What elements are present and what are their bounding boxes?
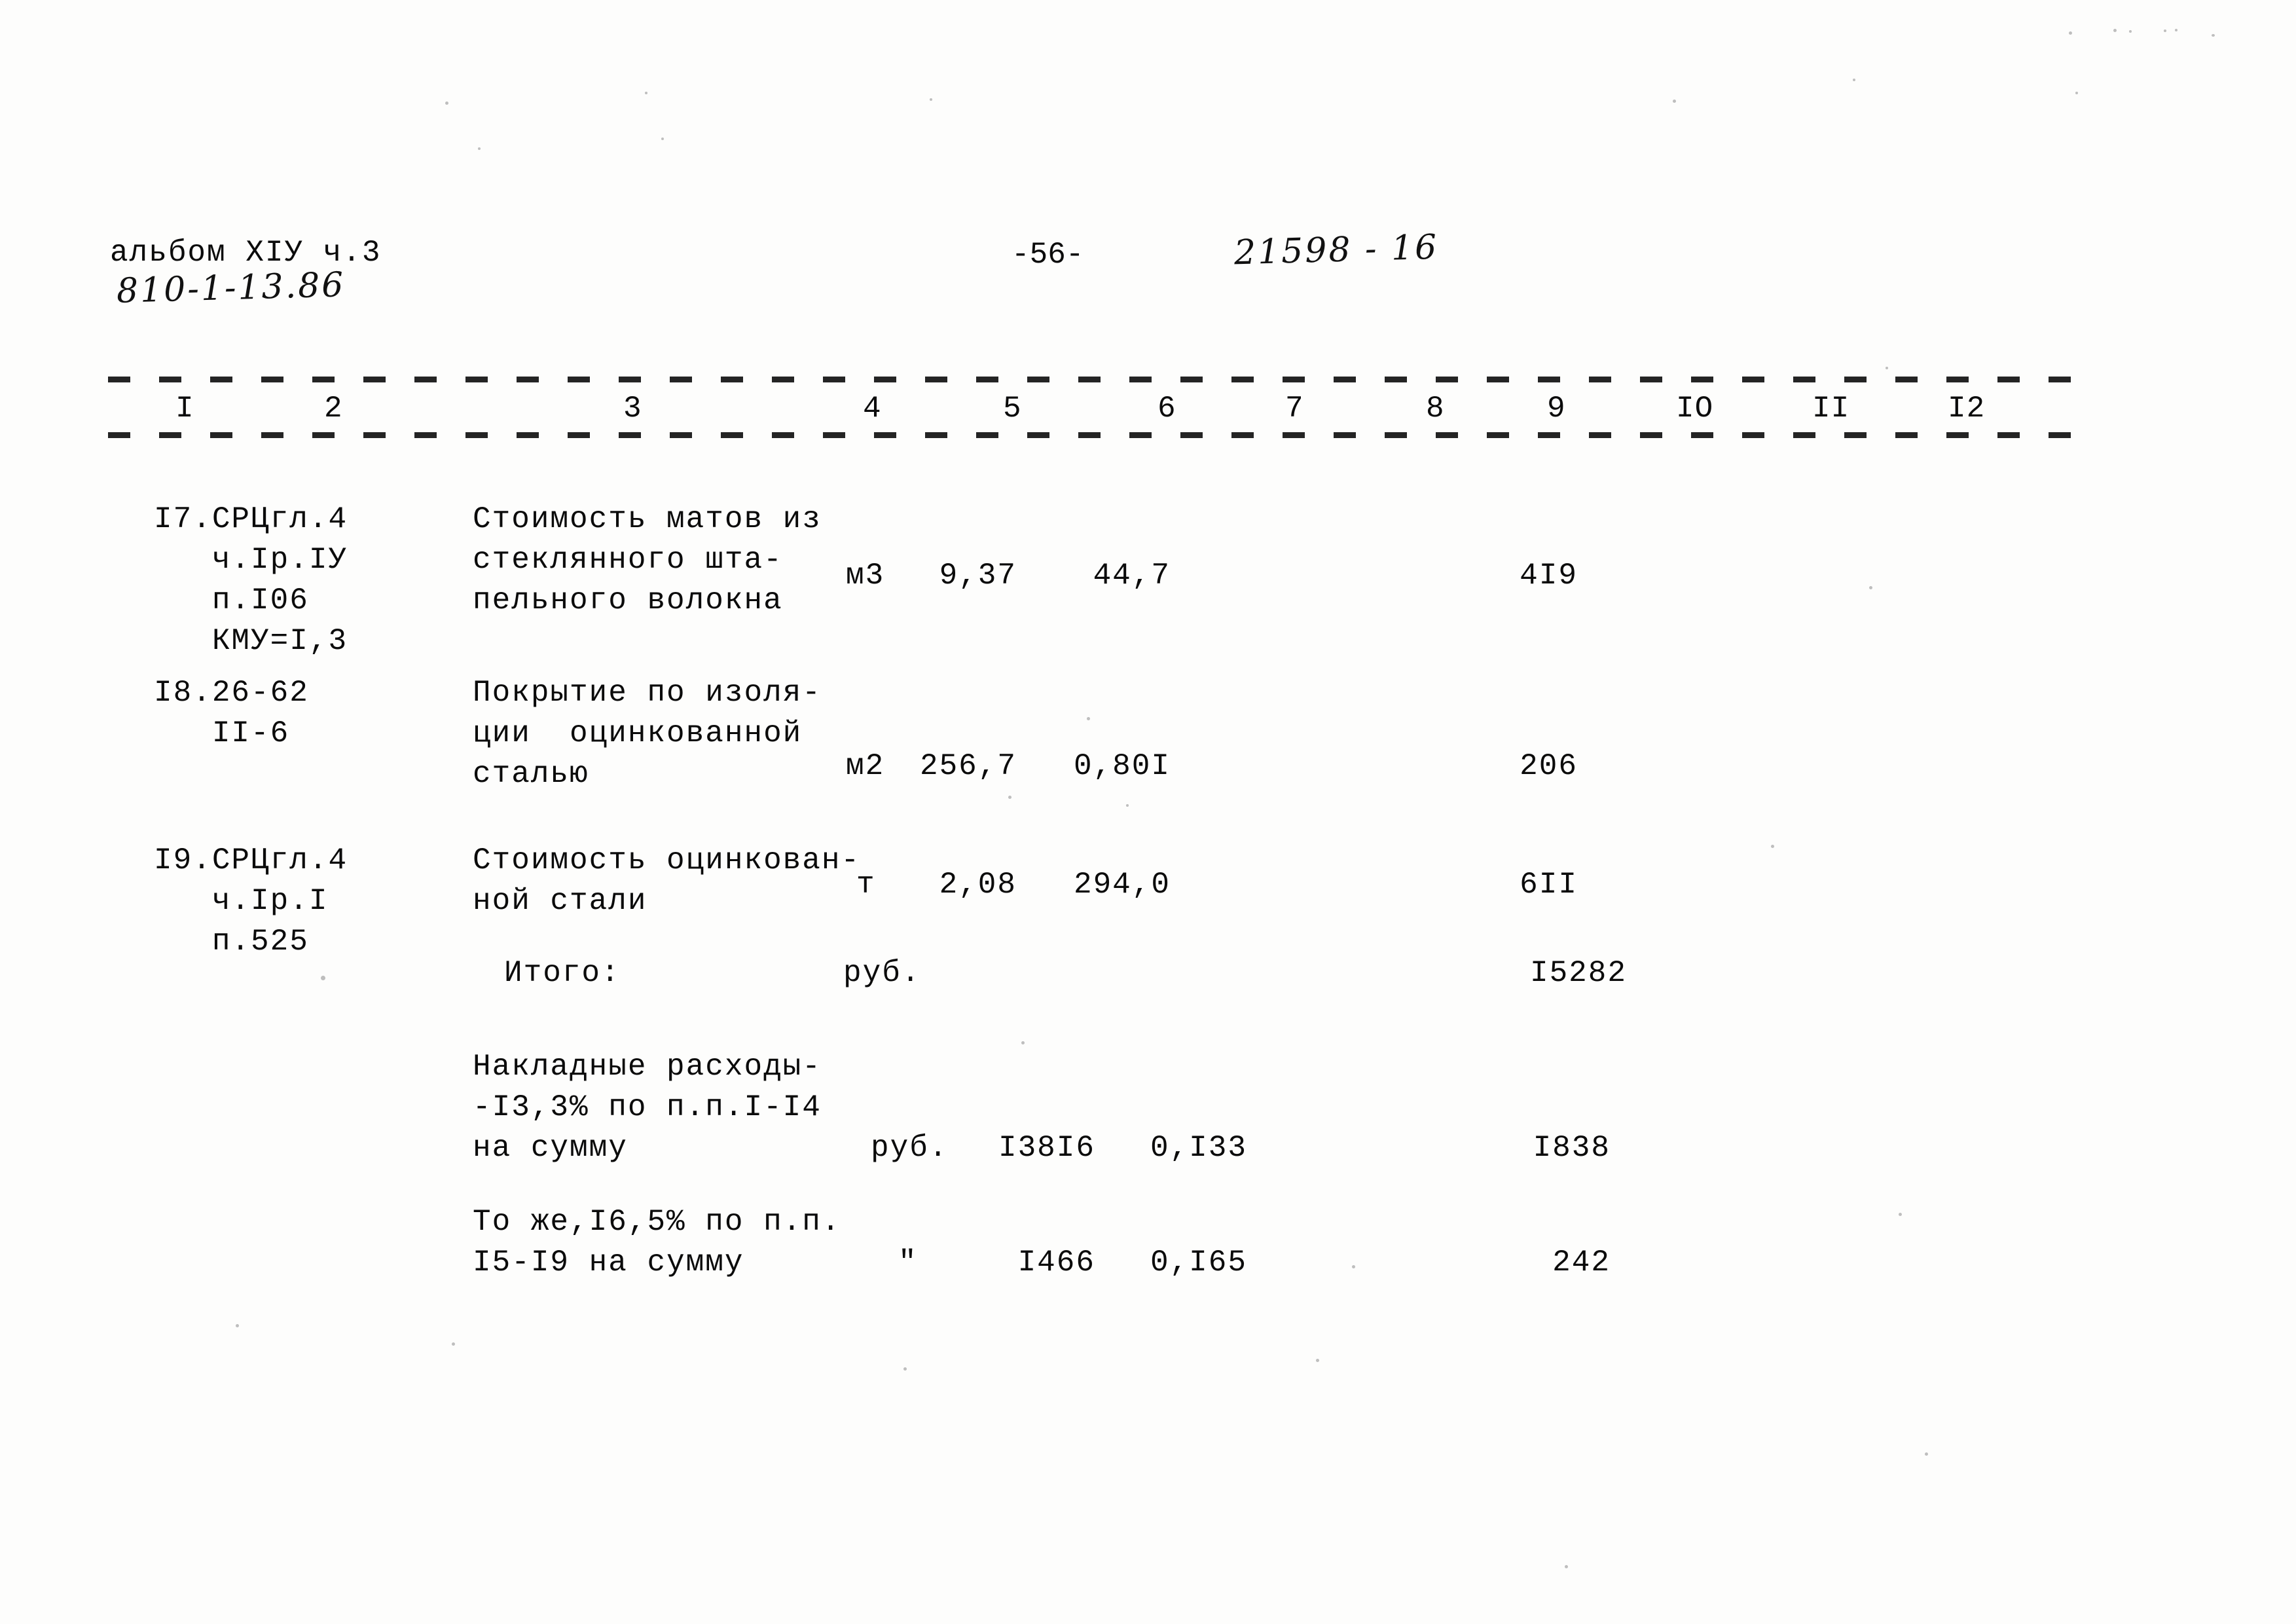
- scan-speck: [1021, 1041, 1025, 1044]
- table-row-price: 0,80I: [1073, 749, 1171, 783]
- summary-row-label: То же,I6,5% по п.п. I5-I9 на сумму: [473, 1205, 841, 1280]
- table-row-quantity: 256,7: [919, 749, 1017, 783]
- summary-row-total: I5282: [1529, 956, 1627, 990]
- scan-speck: [1565, 1565, 1568, 1568]
- scanned-document-page: альбом XIУ ч.3 810-1-13.86 -56- 21598 - …: [0, 0, 2296, 1624]
- summary-row-total: 242: [1552, 1246, 1611, 1280]
- summary-row-price: 0,I33: [1150, 1131, 1247, 1165]
- scan-speck: [930, 98, 932, 101]
- table-row-code: I8.26-62 II-6: [154, 676, 309, 750]
- table-row-total: 206: [1520, 749, 1578, 783]
- scan-speck: [2212, 34, 2215, 37]
- column-header-2: 2: [324, 392, 343, 426]
- table-header-bottom-rule: [108, 432, 2072, 438]
- column-header-3: 3: [623, 392, 642, 426]
- scan-speck: [903, 1367, 907, 1371]
- scan-speck: [452, 1342, 455, 1346]
- scan-speck: [1899, 1213, 1902, 1216]
- scan-speck: [1853, 79, 1855, 81]
- page-number: -56-: [1011, 238, 1084, 272]
- summary-row-label: Накладные расходы- -I3,3% по п.п.I-I4 на…: [473, 1050, 822, 1165]
- table-row-quantity: 2,08: [939, 868, 1017, 902]
- scan-speck: [2129, 30, 2132, 33]
- table-row-description: Стоимость оцинкован- ной стали: [473, 843, 861, 918]
- scan-speck: [661, 138, 664, 140]
- table-row-code: I9.СРЦгл.4 ч.Iр.I п.525: [154, 843, 348, 959]
- scan-speck: [1008, 796, 1011, 799]
- scan-speck: [1126, 804, 1129, 807]
- column-header-10: IO: [1676, 392, 1714, 426]
- table-row-unit: м2: [846, 749, 885, 783]
- scan-speck: [2175, 29, 2178, 31]
- summary-row-label: Итого:: [504, 956, 621, 990]
- table-row-unit: м3: [846, 559, 885, 593]
- summary-row-price: 0,I65: [1150, 1246, 1247, 1280]
- column-header-11: II: [1812, 392, 1850, 426]
- summary-row-quantity: I38I6: [998, 1131, 1095, 1165]
- scan-speck: [1925, 1452, 1928, 1456]
- summary-row-unit: руб.: [871, 1131, 949, 1165]
- scan-speck: [1087, 717, 1090, 720]
- summary-row-total: I838: [1533, 1131, 1611, 1165]
- table-row-code: I7.СРЦгл.4 ч.Iр.IУ п.I06 КМУ=I,3: [154, 502, 348, 658]
- column-header-4: 4: [863, 392, 882, 426]
- scan-speck: [2164, 29, 2166, 32]
- table-row-total: 4I9: [1520, 559, 1578, 593]
- table-row-price: 294,0: [1073, 868, 1171, 902]
- table-row-description: Покрытие по изоля- ции оцинкованной стал…: [473, 676, 822, 791]
- scan-speck: [1352, 1265, 1355, 1268]
- scan-speck: [1771, 845, 1774, 848]
- scan-speck: [236, 1324, 239, 1327]
- scan-speck: [2075, 92, 2078, 94]
- scan-speck: [1673, 100, 1676, 103]
- column-header-1: I: [175, 392, 194, 426]
- table-row-unit: т: [856, 868, 876, 902]
- summary-row-quantity: I466: [1017, 1246, 1095, 1280]
- scan-speck: [445, 101, 448, 105]
- table-row-description: Стоимость матов из стеклянного шта- пель…: [473, 502, 822, 618]
- document-number-handwritten: 21598 - 16: [1233, 227, 1439, 273]
- column-header-12: I2: [1948, 392, 1986, 426]
- scan-speck: [478, 147, 481, 150]
- column-header-6: 6: [1157, 392, 1176, 426]
- table-row-total: 6II: [1520, 868, 1578, 902]
- scan-speck: [1316, 1359, 1319, 1362]
- scan-speck: [2113, 29, 2117, 32]
- summary-row-unit: ": [898, 1246, 918, 1280]
- table-row-price: 44,7: [1093, 559, 1171, 593]
- column-header-7: 7: [1285, 392, 1304, 426]
- scan-speck: [645, 92, 647, 94]
- scan-speck: [1886, 367, 1888, 369]
- summary-row-unit: руб.: [843, 956, 921, 990]
- scan-speck: [321, 976, 325, 980]
- column-header-9: 9: [1547, 392, 1566, 426]
- table-header-top-rule: [108, 377, 2072, 382]
- scan-speck: [1869, 586, 1872, 589]
- table-row-quantity: 9,37: [939, 559, 1017, 593]
- column-header-5: 5: [1003, 392, 1022, 426]
- album-handwritten-number: 810-1-13.86: [116, 265, 346, 311]
- scan-speck: [2069, 31, 2072, 35]
- column-header-8: 8: [1426, 392, 1445, 426]
